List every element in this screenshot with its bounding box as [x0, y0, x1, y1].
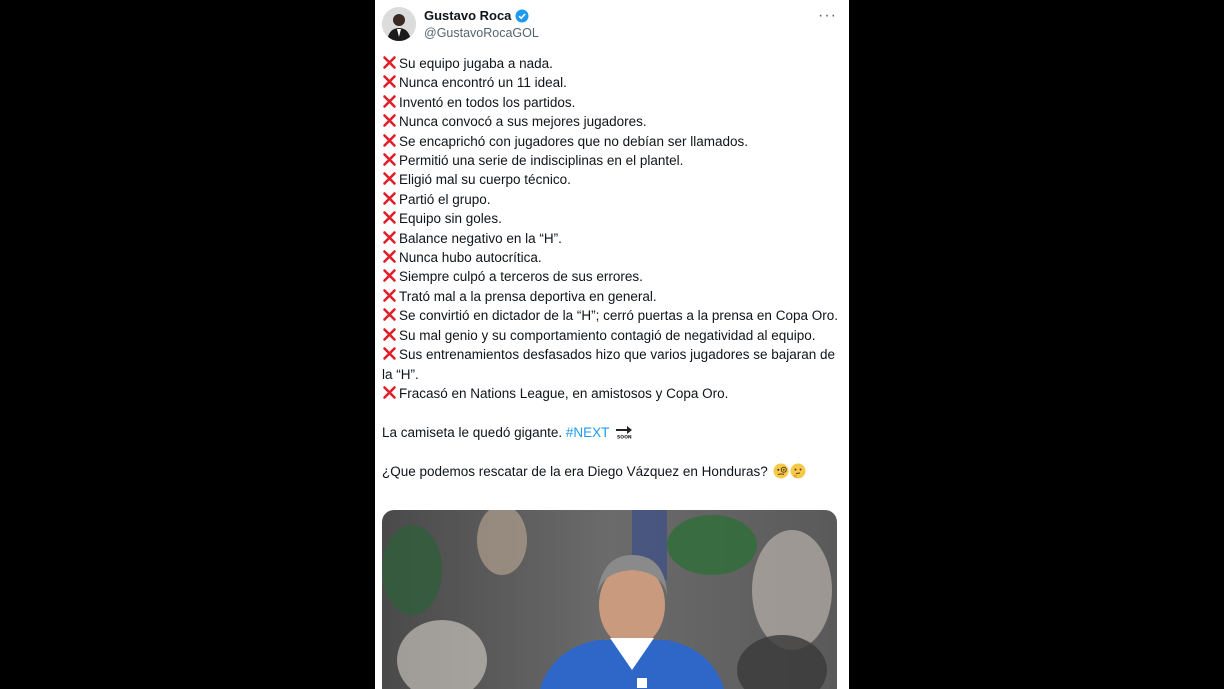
closing-text: La camiseta le quedó gigante.	[382, 424, 563, 440]
tweet-line: Se encaprichó con jugadores que no debía…	[382, 132, 840, 151]
cross-mark-icon	[382, 133, 397, 148]
tweet-line-text: Balance negativo en la “H”.	[399, 230, 562, 246]
cross-mark-icon	[382, 249, 397, 264]
closing-line: La camiseta le quedó gigante. #NEXT SOON	[382, 423, 840, 442]
tweet-line-text: Nunca encontró un 11 ideal.	[399, 75, 567, 91]
author-name[interactable]: Gustavo Roca	[424, 8, 511, 23]
tweet-line-text: Inventó en todos los partidos.	[399, 94, 576, 110]
cross-mark-icon	[382, 94, 397, 109]
tweet-line: Equipo sin goles.	[382, 209, 840, 228]
tweet-line-text: Su mal genio y su comportamiento contagi…	[399, 327, 816, 343]
tweet-line-text: Fracasó en Nations League, en amistosos …	[399, 385, 729, 401]
hashtag-link[interactable]: #NEXT	[566, 425, 609, 440]
tweet-line-text: Nunca convocó a sus mejores jugadores.	[399, 114, 647, 130]
soon-arrow-icon: SOON	[615, 425, 633, 440]
cross-mark-icon	[382, 113, 397, 128]
tweet-line: Siempre culpó a terceros de sus errores.	[382, 267, 840, 286]
cross-mark-icon	[382, 191, 397, 206]
cross-mark-icon	[382, 152, 397, 167]
tweet-line-text: Nunca hubo autocrítica.	[399, 250, 542, 266]
author-handle[interactable]: @GustavoRocaGOL	[424, 26, 539, 40]
cross-mark-icon	[382, 268, 397, 283]
cross-mark-icon	[382, 307, 397, 322]
cross-mark-icon	[382, 327, 397, 342]
tweet-line: Su equipo jugaba a nada.	[382, 54, 840, 73]
tweet-line-text: Permitió una serie de indisciplinas en e…	[399, 153, 684, 169]
monocle-face-emoji	[773, 463, 789, 479]
tweet-line: Nunca convocó a sus mejores jugadores.	[382, 112, 840, 131]
svg-text:SOON: SOON	[617, 434, 632, 439]
more-icon[interactable]: ···	[818, 7, 837, 25]
tweet-line: Fracasó en Nations League, en amistosos …	[382, 384, 840, 403]
tweet-line-text: Se encaprichó con jugadores que no debía…	[399, 133, 748, 149]
tweet-card: Gustavo Roca @GustavoRocaGOL ··· Su equi…	[375, 0, 849, 689]
tweet-line-text: Siempre culpó a terceros de sus errores.	[399, 269, 643, 285]
tweet-line-text: Su equipo jugaba a nada.	[399, 56, 553, 71]
cross-mark-icon	[382, 55, 397, 70]
tweet-line: Partió el grupo.	[382, 190, 840, 209]
tweet-line: Inventó en todos los partidos.	[382, 93, 840, 112]
tweet-line-text: Se convirtió en dictador de la “H”; cerr…	[399, 308, 838, 324]
tweet-line: Sus entrenamientos desfasados hizo que v…	[382, 345, 840, 384]
tweet-line: Nunca encontró un 11 ideal.	[382, 73, 840, 92]
author-name-row: Gustavo Roca	[424, 8, 529, 23]
avatar[interactable]	[382, 7, 416, 41]
cross-mark-icon	[382, 346, 397, 361]
tweet-text: Su equipo jugaba a nada. Nunca encontró u…	[382, 54, 840, 481]
question-line: ¿Que podemos rescatar de la era Diego Vá…	[382, 462, 840, 481]
cross-mark-icon	[382, 74, 397, 89]
tweet-line-text: Eligió mal su cuerpo técnico.	[399, 172, 571, 188]
thinking-face-emoji	[790, 463, 806, 479]
tweet-line: Trató mal a la prensa deportiva en gener…	[382, 287, 840, 306]
question-text: ¿Que podemos rescatar de la era Diego Vá…	[382, 463, 768, 479]
cross-mark-icon	[382, 288, 397, 303]
cross-mark-icon	[382, 385, 397, 400]
cross-mark-icon	[382, 171, 397, 186]
tweet-line: Su mal genio y su comportamiento contagi…	[382, 326, 840, 345]
tweet-line-text: Sus entrenamientos desfasados hizo que v…	[382, 347, 836, 382]
cross-mark-icon	[382, 210, 397, 225]
tweet-line: Permitió una serie de indisciplinas en e…	[382, 151, 840, 170]
tweet-line-text: Equipo sin goles.	[399, 211, 502, 227]
tweet-photo[interactable]	[382, 510, 837, 689]
tweet-line: Nunca hubo autocrítica.	[382, 248, 840, 267]
tweet-line-text: Partió el grupo.	[399, 191, 491, 207]
verified-badge-icon	[515, 9, 529, 23]
tweet-line-text: Trató mal a la prensa deportiva en gener…	[399, 288, 657, 304]
tweet-line: Se convirtió en dictador de la “H”; cerr…	[382, 306, 840, 325]
cross-mark-icon	[382, 230, 397, 245]
tweet-line: Balance negativo en la “H”.	[382, 229, 840, 248]
tweet-line: Eligió mal su cuerpo técnico.	[382, 170, 840, 189]
